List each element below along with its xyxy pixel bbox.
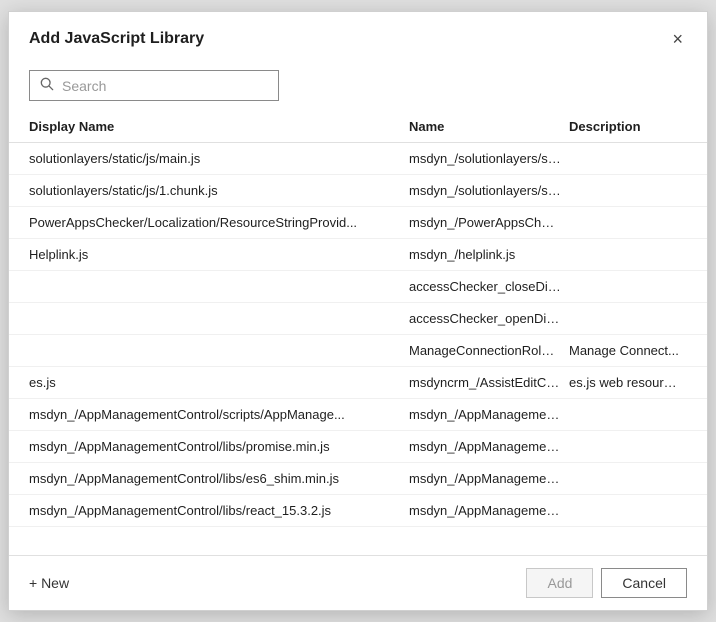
- table-row[interactable]: solutionlayers/static/js/main.jsmsdyn_/s…: [9, 143, 707, 175]
- table-cell-display-name: msdyn_/AppManagementControl/libs/promise…: [29, 431, 409, 462]
- dialog-footer: + New Add Cancel: [9, 555, 707, 610]
- table-cell-description: [569, 399, 687, 430]
- table-cell-description: [569, 207, 687, 238]
- table-cell-display-name: msdyn_/AppManagementControl/libs/react_1…: [29, 495, 409, 526]
- table-row[interactable]: Helplink.jsmsdyn_/helplink.js: [9, 239, 707, 271]
- table-cell-description: Manage Connect...: [569, 335, 687, 366]
- table-row[interactable]: ManageConnectionRoles...Manage Connect..…: [9, 335, 707, 367]
- table-cell-name: ManageConnectionRoles...: [409, 335, 569, 366]
- table-row[interactable]: msdyn_/AppManagementControl/libs/react_1…: [9, 495, 707, 527]
- table-row[interactable]: PowerAppsChecker/Localization/ResourceSt…: [9, 207, 707, 239]
- table-cell-display-name: msdyn_/AppManagementControl/libs/es6_shi…: [29, 463, 409, 494]
- table-cell-name: msdyn_/solutionlayers/sta...: [409, 175, 569, 206]
- search-container: [9, 60, 707, 111]
- table-row[interactable]: accessChecker_closeDialo...: [9, 271, 707, 303]
- table-cell-display-name: [29, 271, 409, 302]
- add-button[interactable]: Add: [526, 568, 593, 598]
- table-cell-description: [569, 303, 687, 334]
- table-row[interactable]: msdyn_/AppManagementControl/libs/promise…: [9, 431, 707, 463]
- table-header: Display Name Name Description: [9, 111, 707, 143]
- table-cell-display-name: solutionlayers/static/js/1.chunk.js: [29, 175, 409, 206]
- table-cell-name: accessChecker_openDialo...: [409, 303, 569, 334]
- table-cell-name: accessChecker_closeDialo...: [409, 271, 569, 302]
- table-cell-display-name: Helplink.js: [29, 239, 409, 270]
- table-cell-display-name: solutionlayers/static/js/main.js: [29, 143, 409, 174]
- footer-buttons: Add Cancel: [526, 568, 687, 598]
- table-row[interactable]: msdyn_/AppManagementControl/scripts/AppM…: [9, 399, 707, 431]
- table-cell-description: [569, 495, 687, 526]
- table-container: Display Name Name Description solutionla…: [9, 111, 707, 555]
- table-cell-name: msdyn_/AppManagement...: [409, 399, 569, 430]
- table-row[interactable]: msdyn_/AppManagementControl/libs/es6_shi…: [9, 463, 707, 495]
- table-row[interactable]: solutionlayers/static/js/1.chunk.jsmsdyn…: [9, 175, 707, 207]
- table-cell-display-name: [29, 303, 409, 334]
- table-cell-name: msdyn_/helplink.js: [409, 239, 569, 270]
- header-display-name: Display Name: [29, 111, 409, 142]
- close-button[interactable]: ×: [668, 28, 687, 50]
- table-cell-name: msdyn_/AppManagement...: [409, 463, 569, 494]
- table-cell-description: [569, 239, 687, 270]
- table-row[interactable]: es.jsmsdyncrm_/AssistEditCon...es.js web…: [9, 367, 707, 399]
- new-button[interactable]: + New: [29, 575, 69, 591]
- table-body: solutionlayers/static/js/main.jsmsdyn_/s…: [9, 143, 707, 555]
- table-cell-display-name: PowerAppsChecker/Localization/ResourceSt…: [29, 207, 409, 238]
- header-name: Name: [409, 111, 569, 142]
- search-box: [29, 70, 279, 101]
- search-input[interactable]: [62, 78, 268, 94]
- cancel-button[interactable]: Cancel: [601, 568, 687, 598]
- table-cell-description: [569, 431, 687, 462]
- table-cell-description: es.js web resource.: [569, 367, 687, 398]
- table-cell-name: msdyn_/AppManagement...: [409, 495, 569, 526]
- add-js-library-dialog: Add JavaScript Library × Display Name Na…: [8, 11, 708, 611]
- table-cell-display-name: [29, 335, 409, 366]
- table-cell-name: msdyncrm_/AssistEditCon...: [409, 367, 569, 398]
- table-cell-description: [569, 143, 687, 174]
- table-cell-name: msdyn_/PowerAppsCheck...: [409, 207, 569, 238]
- table-cell-name: msdyn_/solutionlayers/sta...: [409, 143, 569, 174]
- table-cell-display-name: msdyn_/AppManagementControl/scripts/AppM…: [29, 399, 409, 430]
- table-row[interactable]: accessChecker_openDialo...: [9, 303, 707, 335]
- header-description: Description: [569, 111, 687, 142]
- table-cell-description: [569, 271, 687, 302]
- table-cell-display-name: es.js: [29, 367, 409, 398]
- search-icon: [40, 77, 54, 94]
- table-cell-description: [569, 175, 687, 206]
- table-cell-description: [569, 463, 687, 494]
- table-cell-name: msdyn_/AppManagement...: [409, 431, 569, 462]
- dialog-title: Add JavaScript Library: [29, 30, 204, 48]
- dialog-header: Add JavaScript Library ×: [9, 12, 707, 60]
